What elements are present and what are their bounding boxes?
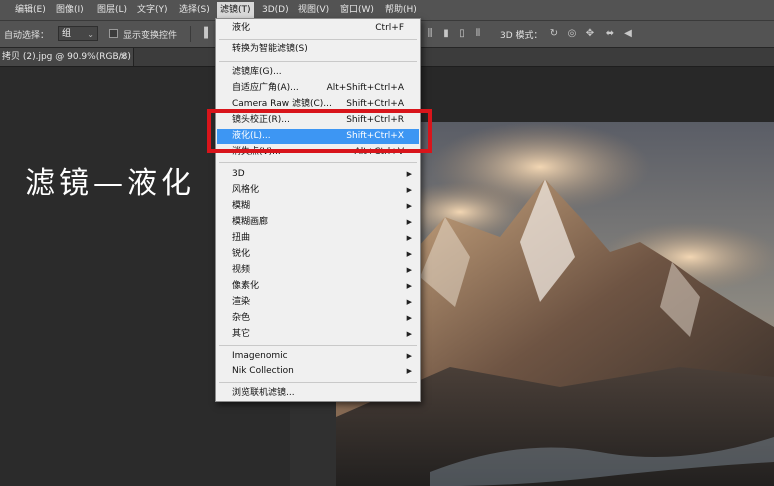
submenu-arrow-icon: ▶ (406, 218, 412, 226)
menu-item-label: 像素化 (232, 281, 260, 291)
3d-mode-label: 3D 模式： (500, 31, 543, 41)
menu-item-label: 模糊 (232, 201, 251, 211)
submenu-arrow-icon: ▶ (406, 367, 412, 375)
document-tab-title: 拷贝 (2).jpg @ 90.9%(RGB/8) (2, 52, 131, 62)
menu-item-label: 扭曲 (232, 233, 251, 243)
submenu-arrow-icon: ▶ (406, 202, 412, 210)
slide-3d-icon[interactable]: ⬌ (604, 28, 616, 39)
menu-view[interactable]: 视图(V) (295, 3, 332, 17)
menu-filter[interactable]: 滤镜(T) (217, 2, 254, 18)
pan-3d-icon[interactable]: ✥ (584, 28, 596, 39)
auto-select-label: 自动选择： (4, 31, 50, 41)
close-icon[interactable]: × (119, 48, 127, 66)
menu-item-label: 模糊画廊 (232, 217, 269, 227)
menu-item-label: 自适应广角(A)... (232, 83, 299, 93)
distribute-icon[interactable]: ⫴ (472, 28, 484, 39)
menu-item-label: Imagenomic (232, 351, 288, 361)
menu-item-label: 转换为智能滤镜(S) (232, 44, 308, 54)
menu-item-label: 液化 (232, 23, 251, 33)
submenu-sharpen[interactable]: 锐化 ▶ (217, 247, 419, 262)
submenu-arrow-icon: ▶ (406, 186, 412, 194)
distribute-icon[interactable]: ⫼ (424, 28, 436, 39)
menu-item-label: 其它 (232, 329, 251, 339)
menu-separator (219, 61, 417, 62)
align-left-icon[interactable]: ▐ (198, 28, 210, 39)
auto-select-dropdown[interactable]: 组 ⌄ (58, 26, 98, 41)
menu-help[interactable]: 帮助(H) (382, 3, 420, 17)
submenu-render[interactable]: 渲染 ▶ (217, 295, 419, 310)
menu-type[interactable]: 文字(Y) (134, 3, 171, 17)
menu-item-label: 锐化 (232, 249, 251, 259)
submenu-blur[interactable]: 模糊 ▶ (217, 199, 419, 214)
menu-select[interactable]: 选择(S) (176, 3, 213, 17)
menu-separator (219, 382, 417, 383)
filter-menu: 液化 Ctrl+F 转换为智能滤镜(S) 滤镜库(G)... 自适应广角(A).… (215, 18, 421, 402)
submenu-arrow-icon: ▶ (406, 234, 412, 242)
rotate-3d-icon[interactable]: ↻ (548, 28, 560, 39)
menu-item-shortcut: Ctrl+F (375, 23, 404, 33)
divider (190, 26, 191, 42)
submenu-arrow-icon: ▶ (406, 250, 412, 258)
menu-image[interactable]: 图像(I) (53, 3, 87, 17)
auto-select-value: 组 (62, 29, 72, 39)
submenu-stylize[interactable]: 风格化 ▶ (217, 183, 419, 198)
submenu-3d[interactable]: 3D ▶ (217, 167, 419, 182)
submenu-nik-collection[interactable]: Nik Collection ▶ (217, 364, 419, 379)
document-tab[interactable]: 拷贝 (2).jpg @ 90.9%(RGB/8) × (0, 48, 134, 66)
menu-item-convert-smart-filter[interactable]: 转换为智能滤镜(S) (217, 42, 419, 57)
menu-item-last-filter[interactable]: 液化 Ctrl+F (217, 21, 419, 36)
menu-item-label: 视频 (232, 265, 251, 275)
submenu-arrow-icon: ▶ (406, 282, 412, 290)
menu-layer[interactable]: 图层(L) (94, 3, 130, 17)
menu-separator (219, 345, 417, 346)
transform-controls-checkbox[interactable] (109, 29, 118, 38)
menu-item-label: 渲染 (232, 297, 251, 307)
submenu-arrow-icon: ▶ (406, 314, 412, 322)
submenu-blur-gallery[interactable]: 模糊画廊 ▶ (217, 215, 419, 230)
transform-controls-label: 显示变换控件 (123, 31, 178, 41)
menu-item-label: 3D (232, 169, 245, 179)
submenu-distort[interactable]: 扭曲 ▶ (217, 231, 419, 246)
menu-separator (219, 162, 417, 163)
menu-item-adaptive-wide-angle[interactable]: 自适应广角(A)... Alt+Shift+Ctrl+A (217, 81, 419, 96)
menu-item-label: Nik Collection (232, 366, 294, 376)
distribute-icon[interactable]: ▮ (440, 28, 452, 39)
submenu-arrow-icon: ▶ (406, 352, 412, 360)
menu-item-label: 风格化 (232, 185, 260, 195)
overlay-title: 滤镜—液化 (25, 166, 195, 201)
menu-item-shortcut: Alt+Shift+Ctrl+A (326, 83, 404, 93)
submenu-arrow-icon: ▶ (406, 170, 412, 178)
menu-separator (219, 39, 417, 40)
chevron-down-icon: ⌄ (87, 30, 94, 39)
submenu-arrow-icon: ▶ (406, 330, 412, 338)
menu-item-label: 浏览联机滤镜... (232, 388, 295, 398)
submenu-pixelate[interactable]: 像素化 ▶ (217, 279, 419, 294)
submenu-noise[interactable]: 杂色 ▶ (217, 311, 419, 326)
menu-window[interactable]: 窗口(W) (337, 3, 377, 17)
menu-3d[interactable]: 3D(D) (259, 3, 292, 17)
highlight-annotation-box (207, 109, 432, 153)
menu-item-label: 杂色 (232, 313, 251, 323)
menu-item-label: 滤镜库(G)... (232, 67, 282, 77)
menu-item-browse-filters-online[interactable]: 浏览联机滤镜... (217, 386, 419, 401)
submenu-imagenomic[interactable]: Imagenomic ▶ (217, 349, 419, 364)
menu-item-filter-gallery[interactable]: 滤镜库(G)... (217, 65, 419, 80)
submenu-other[interactable]: 其它 ▶ (217, 327, 419, 342)
distribute-icon[interactable]: ▯ (456, 28, 468, 39)
submenu-video[interactable]: 视频 ▶ (217, 263, 419, 278)
menu-edit[interactable]: 编辑(E) (12, 3, 49, 17)
roll-3d-icon[interactable]: ◎ (566, 28, 578, 39)
submenu-arrow-icon: ▶ (406, 298, 412, 306)
scale-3d-icon[interactable]: ◀ (622, 28, 634, 39)
submenu-arrow-icon: ▶ (406, 266, 412, 274)
